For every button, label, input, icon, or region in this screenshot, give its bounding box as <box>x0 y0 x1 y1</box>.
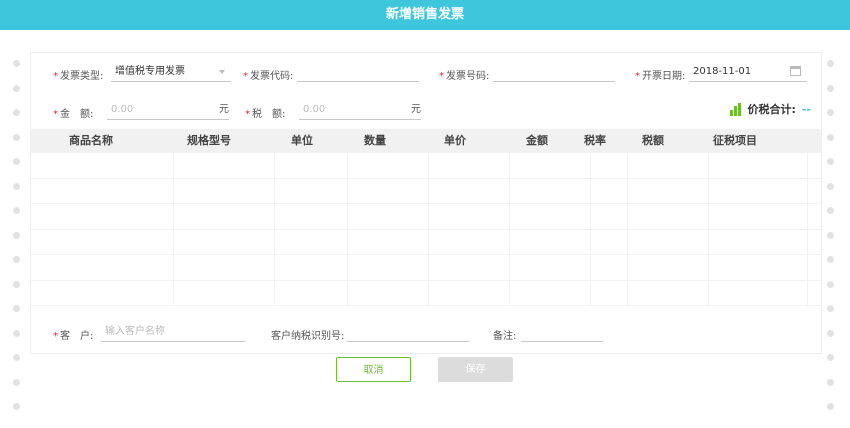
tax-unit: 元 <box>411 104 421 115</box>
cancel-button[interactable]: 取消 <box>336 357 411 382</box>
table-row[interactable] <box>31 280 821 306</box>
save-button[interactable]: 保存 <box>438 357 513 382</box>
customer-placeholder: 输入客户名称 <box>105 326 165 337</box>
total-with-tax: 价税合计: -- <box>730 101 811 117</box>
invoice-code-input[interactable] <box>297 63 419 82</box>
invoice-date-label: * 开票日期: <box>635 71 686 82</box>
items-table: 商品名称 规格型号 单位 数量 单价 金额 税率 税额 征税项目 <box>31 129 821 306</box>
invoice-number-input[interactable] <box>493 63 615 82</box>
invoice-date-value: 2018-11-01 <box>693 66 752 77</box>
table-body <box>31 153 821 306</box>
amount-input[interactable]: 0.00 元 <box>107 101 229 120</box>
total-value: -- <box>801 102 811 116</box>
invoice-form: * 发票类型: 增值税专用发票 * 发票代码: * 发票号码: * 开票日期: 2018… <box>30 52 822 354</box>
remark-label: 备注: <box>493 331 517 342</box>
table-row[interactable] <box>31 229 821 255</box>
tax-id-label: 客户纳税识别号: <box>271 331 345 342</box>
calendar-icon[interactable] <box>790 66 801 76</box>
col-tax-amount: 税额 <box>642 134 664 147</box>
col-tax-rate: 税率 <box>584 134 606 147</box>
perforation-right <box>827 60 835 428</box>
col-quantity: 数量 <box>364 134 386 147</box>
tax-label: * 税 额: <box>245 109 286 120</box>
customer-input[interactable]: 输入客户名称 <box>101 323 245 342</box>
tax-input[interactable]: 0.00 元 <box>299 101 421 120</box>
tax-placeholder: 0.00 <box>303 104 326 115</box>
customer-label: * 客 户: <box>53 331 94 342</box>
perforation-left <box>13 60 21 428</box>
col-amount: 金额 <box>526 134 548 147</box>
chevron-down-icon <box>219 70 225 74</box>
dialog-title: 新增销售发票 <box>0 0 850 30</box>
remark-input[interactable] <box>521 323 603 342</box>
table-row[interactable] <box>31 255 821 281</box>
amount-label: * 金 额: <box>53 109 94 120</box>
invoice-type-value: 增值税专用发票 <box>115 66 185 77</box>
tax-id-input[interactable] <box>347 323 469 342</box>
table-row[interactable] <box>31 204 821 230</box>
table-row[interactable] <box>31 178 821 204</box>
table-row[interactable] <box>31 153 821 179</box>
bar-chart-icon <box>730 102 742 116</box>
col-tax-item: 征税项目 <box>713 134 757 147</box>
col-spec: 规格型号 <box>187 134 231 147</box>
amount-placeholder: 0.00 <box>111 104 134 115</box>
col-unit: 单位 <box>291 134 313 147</box>
total-label: 价税合计: <box>747 103 796 116</box>
amount-unit: 元 <box>219 104 229 115</box>
table-header: 商品名称 规格型号 单位 数量 单价 金额 税率 税额 征税项目 <box>31 129 821 153</box>
col-product-name: 商品名称 <box>69 134 113 147</box>
invoice-code-label: * 发票代码: <box>243 71 294 82</box>
invoice-type-label: * 发票类型: <box>53 71 104 82</box>
invoice-number-label: * 发票号码: <box>439 71 490 82</box>
invoice-type-select[interactable]: 增值税专用发票 <box>111 63 231 82</box>
col-unit-price: 单价 <box>444 134 466 147</box>
invoice-date-picker[interactable]: 2018-11-01 <box>689 63 807 82</box>
